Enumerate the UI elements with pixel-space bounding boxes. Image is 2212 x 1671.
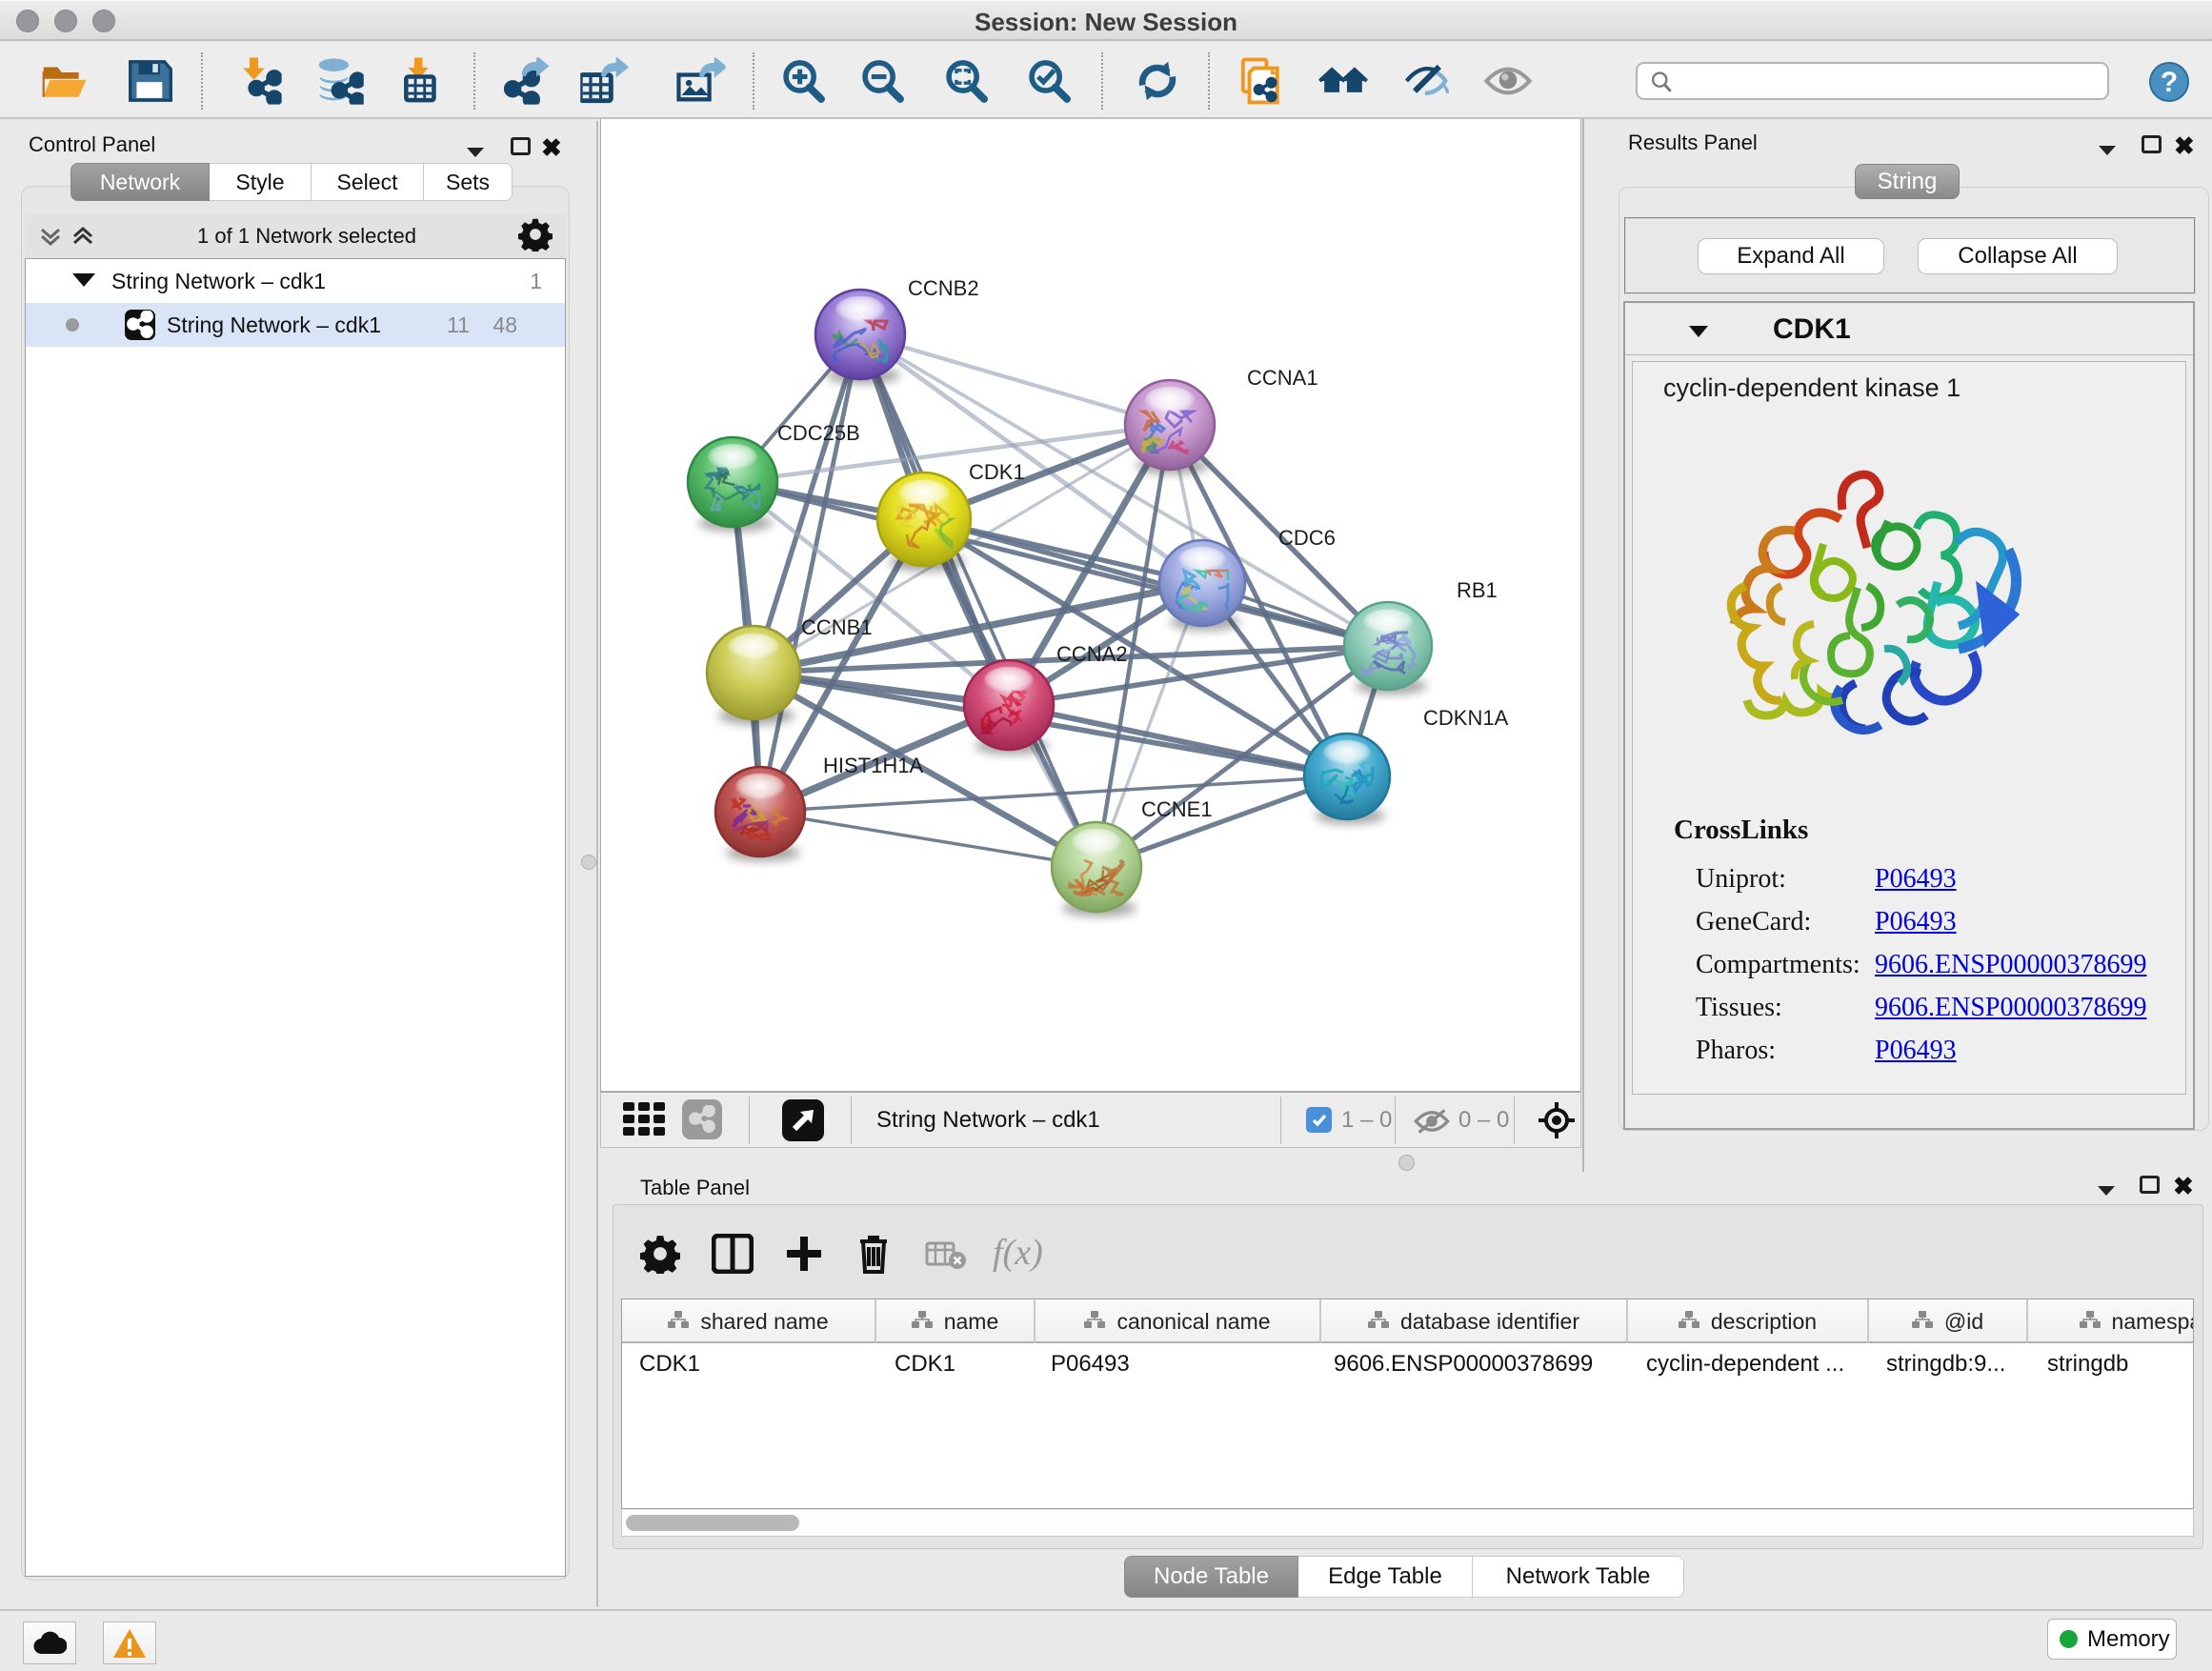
svg-text:CCNE1: CCNE1: [1141, 797, 1213, 821]
svg-text:CCNA1: CCNA1: [1247, 366, 1318, 390]
svg-text:CCNB1: CCNB1: [801, 615, 873, 639]
svg-text:CCNA2: CCNA2: [1056, 642, 1128, 666]
svg-text:HIST1H1A: HIST1H1A: [823, 754, 923, 777]
svg-text:CDKN1A: CDKN1A: [1423, 706, 1509, 730]
svg-text:CCNB2: CCNB2: [908, 276, 979, 300]
svg-text:RB1: RB1: [1457, 578, 1498, 602]
svg-text:CDC25B: CDC25B: [777, 421, 860, 445]
svg-text:CDK1: CDK1: [969, 460, 1025, 484]
svg-text:CDC6: CDC6: [1278, 526, 1336, 550]
